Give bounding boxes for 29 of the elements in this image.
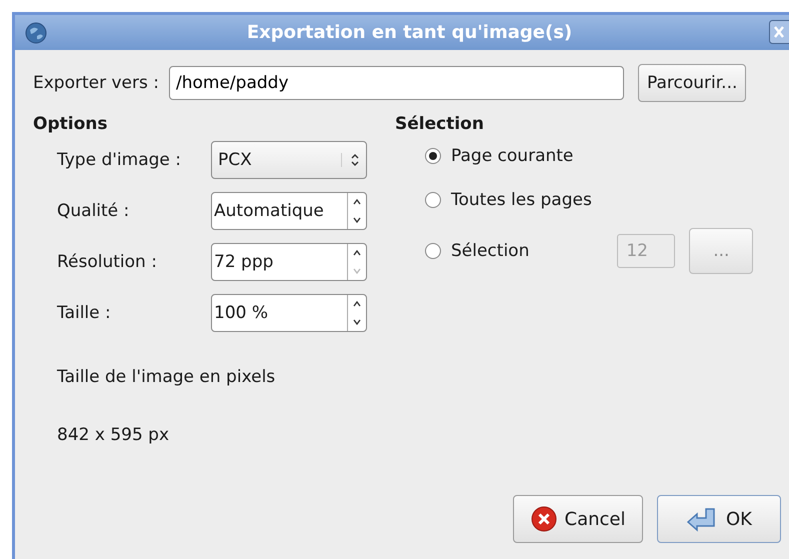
radio-button[interactable] <box>425 192 441 208</box>
radio-button[interactable] <box>425 148 441 164</box>
window-title: Exportation en tant qu'image(s) <box>246 22 574 43</box>
spin-field[interactable]: Automatique <box>211 192 367 230</box>
globe-icon <box>25 22 47 44</box>
spin-field[interactable]: 100 % <box>211 294 367 332</box>
selection-heading: Sélection <box>395 114 485 134</box>
field-label: Qualité : <box>57 200 130 220</box>
export-label: Exporter vers : <box>33 73 159 93</box>
radio-label[interactable]: Page courante <box>451 146 574 166</box>
radio-label[interactable]: Toutes les pages <box>451 190 592 210</box>
return-arrow-icon <box>686 506 718 532</box>
radio-button[interactable] <box>425 243 441 259</box>
ok-button[interactable]: OK <box>657 495 781 543</box>
path-field[interactable]: /home/paddy <box>169 66 624 100</box>
updown-icon <box>341 152 360 166</box>
options-heading: Options <box>33 114 108 134</box>
size-value: 842 x 595 px <box>57 425 170 445</box>
field-label: Taille : <box>57 302 112 322</box>
field-label: Type d'image : <box>57 150 182 170</box>
radio-label[interactable]: Sélection <box>451 241 530 261</box>
size-caption: Taille de l'image en pixels <box>57 367 276 387</box>
browse-button[interactable]: Parcourir... <box>638 64 746 102</box>
cancel-button[interactable]: Cancel <box>513 495 643 543</box>
cancel-icon <box>530 506 556 532</box>
field-label: Résolution : <box>57 252 158 272</box>
spin-field[interactable]: 72 ppp <box>211 242 367 280</box>
image-type-dropdown[interactable]: PCX <box>211 140 367 178</box>
close-icon[interactable] <box>769 20 789 44</box>
